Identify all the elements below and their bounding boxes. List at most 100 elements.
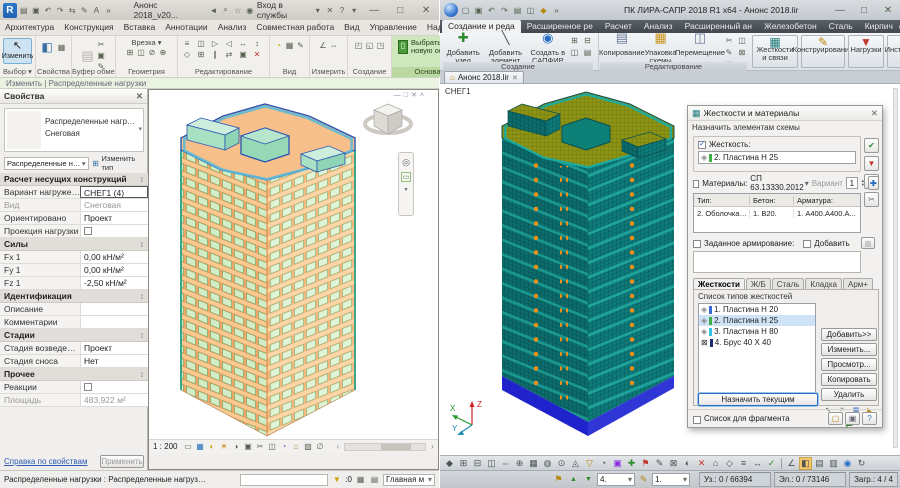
property-row[interactable]: Площадь483,922 м² [0,394,148,407]
reinforcement-edit-button[interactable]: ▦ [861,237,875,249]
help-arrow-icon[interactable]: ▾ [349,5,359,16]
type-properties-icon[interactable]: ▦ [56,42,67,53]
zoom-icon[interactable]: ▭ [401,172,411,182]
design-option-box[interactable] [240,474,328,486]
loadcase-down-icon[interactable]: ▼ [582,473,595,486]
section-row[interactable]: Стадии↕ [0,329,148,342]
revit-logo[interactable]: R [3,3,17,18]
design-panel[interactable]: ✎Конструирование [801,35,845,68]
detail-level-icon[interactable]: ▭ [182,441,193,452]
prev-icon[interactable]: ◄ [208,5,218,16]
add-material-plus-button[interactable]: ✚ [868,176,879,190]
navbar-more-icon[interactable]: ▾ [404,186,407,193]
scroll-right-icon[interactable]: › [427,441,438,452]
tab-architecture[interactable]: Архитектура [0,20,59,35]
preview-button[interactable]: Просмотр... [821,358,877,371]
maximize-button[interactable]: □ [387,3,413,17]
vertical-scrollbar[interactable] [893,88,898,448]
stiffness-list-item[interactable]: ⊠4. Брус 40 X 40 [699,337,815,348]
property-row[interactable]: Fz 1-2,50 кН/м² [0,277,148,290]
unjoin-icon[interactable]: ⊘ [147,47,158,58]
property-row[interactable]: Fy 10,00 кН/м² [0,264,148,277]
dialog-close-icon[interactable]: ✕ [871,108,878,119]
signin-arrow-icon[interactable]: ▾ [313,5,323,16]
lightbulb-icon[interactable]: ◔ [273,40,284,51]
code-dropdown[interactable]: СП 63.13330.2012 ▾ [750,174,808,192]
tables-icon[interactable]: ▥ [827,457,840,470]
tab-collaborate[interactable]: Совместная работа [251,20,339,35]
palette-close-icon[interactable]: ✕ [136,91,143,102]
delete-icon[interactable]: ⊠ [737,47,748,58]
rendering-icon[interactable]: ◑ [230,441,241,452]
stage-combobox[interactable]: 1.▾ [652,473,690,486]
crop-view-icon[interactable]: ▣ [242,441,253,452]
tab-advanced-edit[interactable]: Расширенное ре [521,20,599,33]
copy-icon[interactable]: ▣ [96,50,107,61]
offset-icon[interactable]: ◫ [196,38,207,49]
add-grid-icon[interactable]: ⊞ [457,457,470,470]
add-node-button[interactable]: ✚Добавить узел [442,33,484,65]
mirror-icon[interactable]: ◫ [737,35,748,46]
stiffness-list-item-selected[interactable]: ◈2. Пластина Н 25 [699,315,815,326]
given-reinforcement-checkbox[interactable] [693,240,701,248]
pencil-icon[interactable]: ✎ [637,473,650,486]
tab-steel[interactable]: Сталь [823,20,859,33]
move-icon[interactable]: ↔ [238,38,249,49]
unlock-view-icon[interactable]: ◫ [266,441,277,452]
array-icon[interactable]: ∥ [210,49,221,60]
plate-tool-icon[interactable]: ◫ [569,47,580,58]
tab-brick[interactable]: Кирпич [859,20,899,33]
sun-path-icon[interactable]: ◐ [206,441,217,452]
redo-icon[interactable]: ↷ [55,5,65,16]
document-tab-close-icon[interactable]: ✕ [512,74,518,82]
filter-combobox[interactable]: Распределенные нагрузки (1 ▾ [4,157,89,170]
home-view-icon[interactable]: ⌂ [709,457,722,470]
projection-checkbox[interactable] [84,227,92,235]
apply-button[interactable]: Применить [100,455,144,468]
tab-masonry[interactable]: Кладка [805,278,842,290]
remove-grid-icon[interactable]: ⊟ [471,457,484,470]
stiffness-field[interactable]: ◈ 2. Пластина Н 25 [698,151,856,164]
beam-join-icon[interactable]: ⊕ [158,47,169,58]
property-row[interactable]: ВидСнеговая [0,199,148,212]
clear-icon[interactable]: ✕ [695,457,708,470]
copy-button[interactable]: Копировать [821,373,877,386]
tab-insert[interactable]: Вставка [119,20,161,35]
tab-manage[interactable]: Управление [365,20,422,35]
split-icon[interactable]: ⊞ [196,49,207,60]
copy-button[interactable]: ▤Копирование [599,33,645,57]
edit-type-button[interactable]: ⊞ Изменить тип [91,154,144,172]
mesh-icon[interactable]: ▦ [527,457,540,470]
stiffness-list-item[interactable]: ◈3. Пластина Н 80 [699,326,815,337]
scissors-icon[interactable]: ✂ [724,35,735,46]
property-row[interactable]: ОриентированоПроект [0,212,148,225]
redo-icon[interactable]: ↷ [499,5,510,16]
type-selector-arrow-icon[interactable]: ▾ [138,125,142,133]
tab-annotate[interactable]: Аннотации [160,20,213,35]
viewcube[interactable] [362,98,414,144]
undo-icon[interactable]: ↶ [486,5,497,16]
loadcase-up-icon[interactable]: ▲ [567,473,580,486]
select-node-icon[interactable]: ◆ [443,457,456,470]
cut-geometry-icon[interactable]: ⊞ [125,47,136,58]
scrollbar-thumb[interactable] [381,444,411,450]
type-selector-preview[interactable]: Распределенные нагрузки Снеговая ▾ [4,108,144,152]
loadcase-combobox[interactable]: 4.▾ [597,473,635,486]
qat-overflow-icon[interactable]: » [103,5,113,16]
save-icon[interactable]: ▣ [473,5,484,16]
export-button[interactable]: ▣ [845,412,860,425]
stiffness-links-panel[interactable]: ▦Жесткости и связи [752,35,798,68]
assign-current-button[interactable]: Назначить текущим [698,393,818,406]
join-icon[interactable]: ◫ [136,47,147,58]
delete-button[interactable]: Удалить [821,388,877,401]
account-icon[interactable]: ◉ [245,5,255,16]
stiffness-list-item[interactable]: ◈1. Пластина Н 20 [699,304,815,315]
qat-overflow-icon[interactable]: » [551,5,562,16]
filter-funnel-button[interactable]: ▼ [864,156,879,171]
rotate-view-icon[interactable]: ◔ [597,457,610,470]
override-icon[interactable]: ✎ [295,40,306,51]
revit-canvas[interactable]: — □ ✕ ˄ [148,89,439,470]
rotate-icon[interactable]: ↕ [252,38,263,49]
list-icon[interactable]: ≡ [737,457,750,470]
surface-tool-icon[interactable]: ▤ [582,47,593,58]
